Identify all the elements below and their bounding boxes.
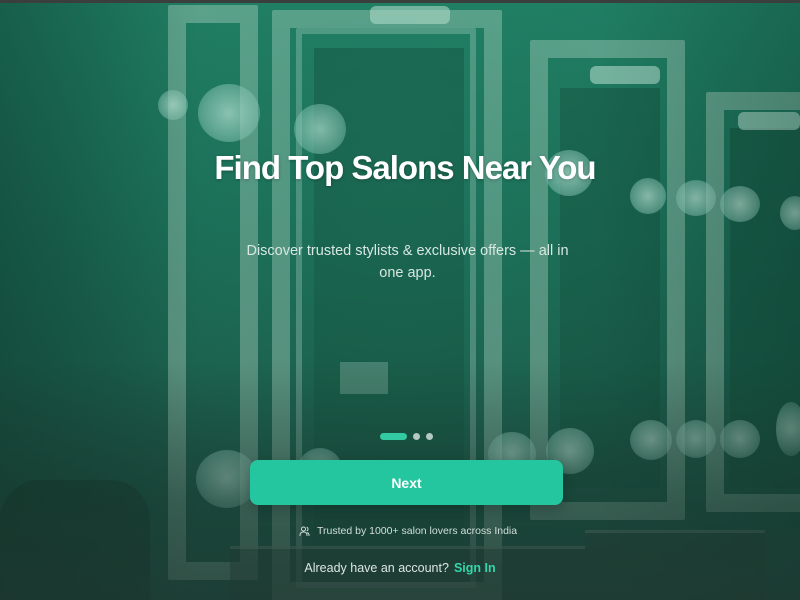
sign-in-link[interactable]: Sign In	[454, 561, 496, 575]
pagination-dot[interactable]	[426, 433, 433, 440]
pagination-dots	[380, 433, 433, 440]
next-button[interactable]: Next	[250, 460, 563, 505]
signin-row: Already have an account? Sign In	[0, 561, 800, 575]
window-top-bar	[0, 0, 800, 3]
users-icon	[299, 525, 311, 537]
onboarding-screen: Find Top Salons Near You Discover truste…	[0, 0, 800, 600]
pagination-dot[interactable]	[413, 433, 420, 440]
pagination-dot-active[interactable]	[380, 433, 407, 440]
headline: Find Top Salons Near You	[214, 149, 596, 186]
trust-badge: Trusted by 1000+ salon lovers across Ind…	[299, 524, 517, 538]
subtitle: Discover trusted stylists & exclusive of…	[246, 243, 569, 281]
trust-text: Trusted by 1000+ salon lovers across Ind…	[317, 525, 518, 537]
account-prompt: Already have an account?	[304, 561, 449, 575]
